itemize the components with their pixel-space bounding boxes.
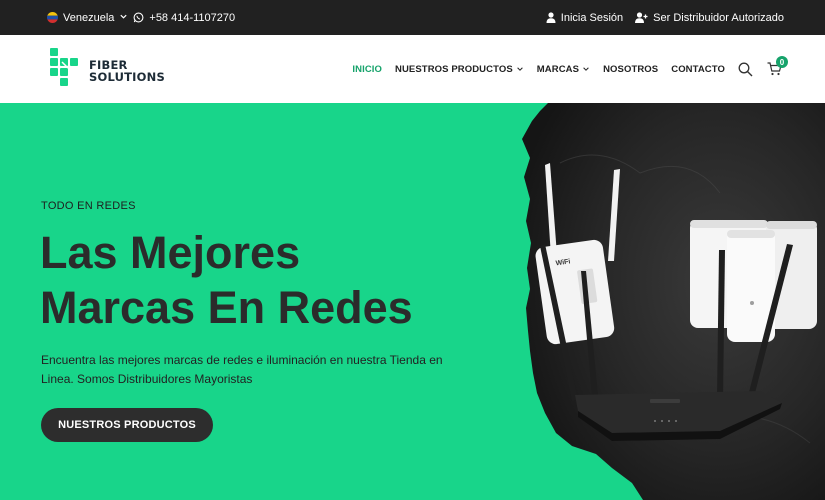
nav-item-inicio[interactable]: INICIO [352,64,382,75]
logo-text: FIBER SOLUTIONS [89,59,165,83]
search-icon [738,62,753,76]
main-header: FIBER SOLUTIONS INICIO NUESTROS PRODUCTO… [0,35,825,103]
nav-item-nosotros[interactable]: NOSOTROS [603,64,658,75]
main-nav: INICIO NUESTROS PRODUCTOS MARCAS NOSOTRO… [352,35,788,103]
logo-line-1: FIBER [89,57,128,72]
top-bar-left: Venezuela +58 414-1107270 [47,0,235,35]
nav-item-marcas[interactable]: MARCAS [537,64,590,75]
search-button[interactable] [738,62,753,77]
nav-label-marcas[interactable]: MARCAS [537,64,579,75]
nav-label-inicio[interactable]: INICIO [352,64,382,75]
nav-label-nuestros-productos[interactable]: NUESTROS PRODUCTOS [395,64,513,75]
nav-label-nosotros[interactable]: NOSOTROS [603,64,658,75]
mesh-units-image [690,220,817,342]
hero-description: Encuentra las mejores marcas de redes e … [41,353,443,386]
phone-number[interactable]: +58 414-1107270 [149,12,235,24]
chevron-down-icon [516,67,523,71]
user-plus-icon [635,12,648,23]
products-cta-button[interactable]: NUESTROS PRODUCTOS [41,408,213,442]
nav-item-nuestros-productos[interactable]: NUESTROS PRODUCTOS [395,64,524,75]
site-logo[interactable]: FIBER SOLUTIONS [47,47,165,94]
venezuela-flag-icon [47,12,58,23]
hero-headline-line-2: Marcas En Redes [40,282,413,333]
logo-mark-icon [47,47,85,94]
hero-headline: Las Mejores Marcas En Redes [40,225,490,335]
cart-button[interactable]: 0 [767,56,788,76]
distributor-link[interactable]: Ser Distribuidor Autorizado [635,12,784,24]
cart-count-badge: 0 [776,56,788,68]
nav-label-contacto[interactable]: CONTACTO [671,64,725,75]
whatsapp-icon [133,12,144,23]
login-link[interactable]: Inicia Sesión [546,12,623,24]
login-label[interactable]: Inicia Sesión [561,12,623,24]
whatsapp-contact[interactable]: +58 414-1107270 [133,12,235,24]
nav-item-contacto[interactable]: CONTACTO [671,64,725,75]
hero-banner: WiFi TODO EN REDES Las Mejores Marcas En… [0,103,825,500]
distributor-label[interactable]: Ser Distribuidor Autorizado [653,12,784,24]
hero-eyebrow: TODO EN REDES [41,200,136,212]
chevron-down-icon[interactable] [119,12,128,24]
logo-line-2: SOLUTIONS [89,69,165,84]
user-icon [546,12,556,23]
hero-headline-line-1: Las Mejores [40,227,301,278]
wifi-extender-image: WiFi [535,163,620,345]
chevron-down-icon [583,67,589,71]
top-bar: Venezuela +58 414-1107270 Inicia Sesión … [0,0,825,35]
top-bar-right: Inicia Sesión Ser Distribuidor Autorizad… [546,0,784,35]
country-selector[interactable]: Venezuela [63,12,114,24]
